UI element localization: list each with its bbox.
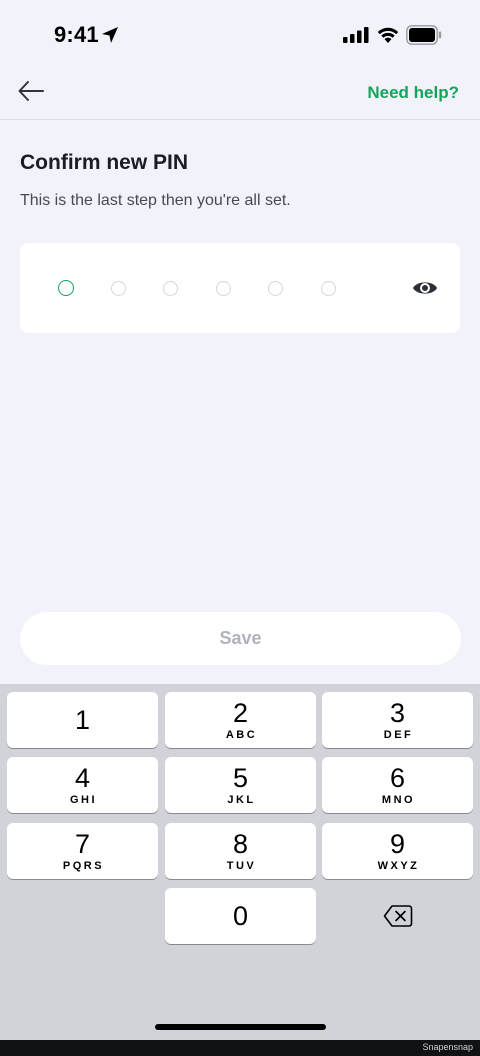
- key-digit: 9: [389, 829, 406, 859]
- key-5[interactable]: 5 JKL: [165, 757, 316, 813]
- pin-digit-slot: [321, 281, 336, 296]
- key-digit: 1: [74, 705, 91, 735]
- key-6[interactable]: 6 MNO: [322, 757, 473, 813]
- page-subtitle: This is the last step then you're all se…: [20, 192, 291, 209]
- pin-entry-field[interactable]: [20, 243, 460, 333]
- status-bar: 9:41: [0, 0, 480, 66]
- numeric-keypad: 1 2 ABC 3 DEF 4 GHI 5 JKL 6 MNO 7 PQRS 8…: [0, 684, 480, 1040]
- key-9[interactable]: 9 WXYZ: [322, 823, 473, 879]
- pin-digit-slot: [163, 281, 178, 296]
- key-2[interactable]: 2 ABC: [165, 692, 316, 748]
- key-letters: WXYZ: [377, 860, 420, 872]
- key-letters: PQRS: [62, 860, 105, 872]
- key-7[interactable]: 7 PQRS: [7, 823, 158, 879]
- key-digit: 5: [232, 763, 249, 793]
- key-digit: 6: [389, 763, 406, 793]
- key-digit: 3: [389, 698, 406, 728]
- key-letters: GHI: [69, 794, 98, 806]
- key-letters: JKL: [227, 794, 256, 806]
- need-help-link[interactable]: Need help?: [367, 83, 459, 103]
- key-letters: TUV: [226, 860, 257, 872]
- wifi-icon: [377, 27, 399, 43]
- battery-icon: [406, 25, 442, 45]
- footer-bar: Snapensnap: [0, 1040, 480, 1056]
- home-indicator[interactable]: [155, 1024, 326, 1030]
- key-digit: 7: [74, 829, 91, 859]
- save-button[interactable]: Save: [20, 612, 461, 665]
- delete-button[interactable]: [322, 888, 473, 944]
- key-8[interactable]: 8 TUV: [165, 823, 316, 879]
- top-navigation-bar: Need help?: [0, 66, 480, 120]
- key-letters: DEF: [383, 729, 414, 741]
- key-digit: 8: [232, 829, 249, 859]
- key-digit: 0: [232, 901, 249, 931]
- key-1[interactable]: 1: [7, 692, 158, 748]
- key-0[interactable]: 0: [165, 888, 316, 944]
- eye-icon[interactable]: [412, 276, 438, 300]
- key-digit: 2: [232, 698, 249, 728]
- pin-digit-slot: [111, 281, 126, 296]
- watermark-text: Snapensnap: [422, 1042, 473, 1052]
- pin-digit-slot: [58, 280, 74, 296]
- pin-digit-slot: [268, 281, 283, 296]
- backspace-icon: [383, 905, 412, 927]
- key-letters: ABC: [225, 729, 258, 741]
- location-arrow-icon: [102, 27, 118, 43]
- page-title: Confirm new PIN: [20, 151, 189, 174]
- pin-digit-slot: [216, 281, 231, 296]
- key-letters: MNO: [381, 794, 416, 806]
- key-3[interactable]: 3 DEF: [322, 692, 473, 748]
- back-button[interactable]: [14, 74, 48, 108]
- key-digit: 4: [74, 763, 91, 793]
- key-4[interactable]: 4 GHI: [7, 757, 158, 813]
- status-time: 9:41: [54, 22, 99, 47]
- cellular-signal-icon: [343, 27, 369, 43]
- arrow-left-icon: [18, 81, 44, 101]
